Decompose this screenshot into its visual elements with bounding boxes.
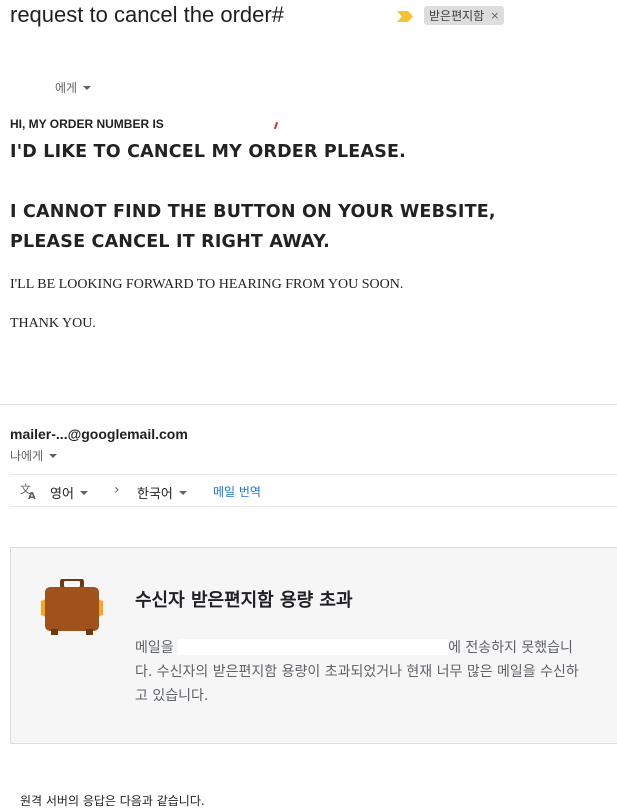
email-subject: request to cancel the order#	[10, 2, 284, 27]
body-line-forward: I'LL BE LOOKING FORWARD TO HEARING FROM …	[10, 277, 404, 292]
body-line-right-away: PLEASE CANCEL IT RIGHT AWAY.	[10, 232, 330, 252]
body-line-button: I CANNOT FIND THE BUTTON ON YOUR WEBSITE…	[10, 202, 496, 222]
translate-icon: 文 A	[20, 482, 36, 500]
label-chip-text: 받은편지함	[429, 9, 485, 23]
source-language-select[interactable]: 영어	[50, 483, 88, 502]
translate-bar: 文 A 영어 › 한국어 메일 번역	[10, 474, 617, 507]
source-language-label: 영어	[50, 487, 74, 502]
chevron-right-icon: ›	[114, 482, 120, 498]
order-number-line: HI, MY ORDER NUMBER IS	[10, 117, 164, 131]
target-language-label: 한국어	[137, 487, 173, 502]
bounce-description: 메일을 에 전송하지 못했습니다. 수신자의 받은편지함 용량이 초과되었거나 …	[135, 636, 590, 708]
recipient-label-me: 나에게	[10, 449, 44, 463]
importance-marker-icon[interactable]	[397, 11, 413, 22]
target-language-select[interactable]: 한국어	[137, 483, 187, 502]
bounce-notice-card: 수신자 받은편지함 용량 초과 메일을 에 전송하지 못했습니다. 수신자의 받…	[10, 547, 617, 744]
redaction-mark	[273, 121, 279, 130]
recipient-toggle[interactable]: 에게	[55, 79, 92, 96]
translate-message-link[interactable]: 메일 번역	[213, 483, 261, 500]
remote-server-response: 원격 서버의 응답은 다음과 같습니다.	[20, 794, 205, 808]
message-divider	[0, 404, 617, 405]
svg-text:A: A	[28, 491, 36, 500]
recipient-toggle-me[interactable]: 나에게	[10, 447, 58, 464]
label-remove-icon[interactable]: ×	[490, 9, 499, 22]
redacted-recipient	[178, 639, 449, 655]
chevron-down-icon	[49, 453, 58, 458]
body-line-cancel: I'D LIKE TO CANCEL MY ORDER PLEASE.	[10, 142, 406, 162]
label-chip-inbox: 받은편지함 ×	[424, 6, 505, 25]
chevron-down-icon	[178, 490, 187, 495]
bounce-title: 수신자 받은편지함 용량 초과	[135, 590, 353, 611]
briefcase-icon	[41, 579, 103, 635]
sender-address[interactable]: mailer-...@googlemail.com	[10, 426, 188, 442]
chevron-down-icon	[83, 85, 92, 90]
bounce-description-prefix: 메일을	[135, 640, 174, 656]
chevron-down-icon	[79, 490, 88, 495]
recipient-label: 에게	[55, 81, 78, 95]
body-line-thanks: THANK YOU.	[10, 316, 96, 331]
